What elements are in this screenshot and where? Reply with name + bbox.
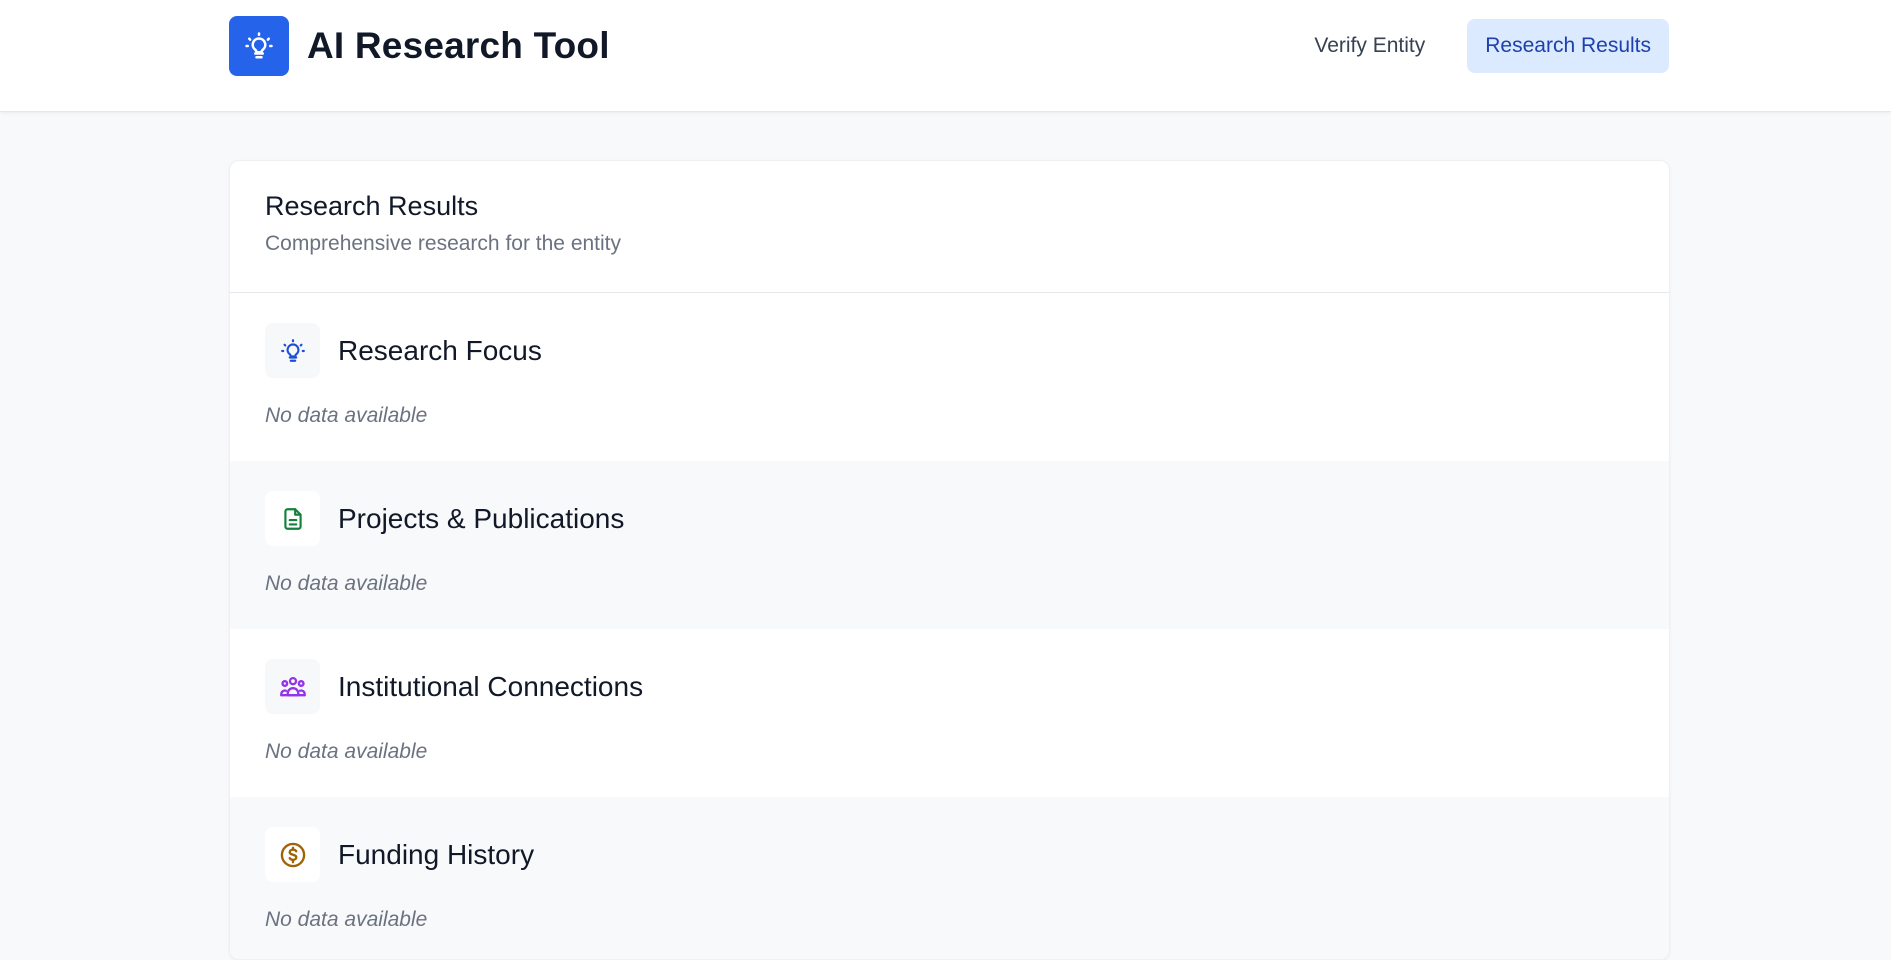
card-subtitle: Comprehensive research for the entity <box>265 232 622 255</box>
dollar-icon <box>280 842 305 867</box>
nav-verify-entity[interactable]: Verify Entity <box>1296 19 1443 73</box>
section-title: Projects & Publications <box>338 502 625 534</box>
section-title: Institutional Connections <box>338 670 644 702</box>
section-funding-history: Funding History No data available <box>230 797 1669 959</box>
empty-state-text: No data available <box>265 404 428 427</box>
section-icon-box <box>265 827 320 882</box>
section-projects-publications: Projects & Publications No data availabl… <box>230 461 1669 629</box>
brand[interactable]: AI Research Tool <box>229 16 610 76</box>
card-title: Research Results <box>265 191 479 221</box>
app-logo <box>229 16 289 76</box>
section-title: Research Focus <box>338 334 542 366</box>
users-icon <box>279 676 306 696</box>
document-icon <box>283 507 302 530</box>
section-icon-box <box>265 491 320 546</box>
research-results-card: Research Results Comprehensive research … <box>229 160 1670 960</box>
main-nav: Verify Entity Research Results <box>1296 19 1669 73</box>
section-title: Funding History <box>338 838 535 870</box>
lightbulb-icon <box>245 32 273 59</box>
section-header: Projects & Publications <box>265 491 1634 546</box>
empty-state-text: No data available <box>265 572 428 595</box>
section-header: Research Focus <box>265 323 1634 378</box>
lightbulb-icon <box>280 338 305 362</box>
section-header: Institutional Connections <box>265 659 1634 714</box>
app-title: AI Research Tool <box>307 25 610 66</box>
empty-state-text: No data available <box>265 740 428 763</box>
section-institutional-connections: Institutional Connections No data availa… <box>230 629 1669 797</box>
section-header: Funding History <box>265 827 1634 882</box>
card-header: Research Results Comprehensive research … <box>230 161 1669 293</box>
section-research-focus: Research Focus No data available <box>230 293 1669 461</box>
empty-state-text: No data available <box>265 908 428 931</box>
nav-research-results[interactable]: Research Results <box>1467 19 1669 73</box>
top-navbar: AI Research Tool Verify Entity Research … <box>0 0 1891 112</box>
section-icon-box <box>265 323 320 378</box>
section-icon-box <box>265 659 320 714</box>
